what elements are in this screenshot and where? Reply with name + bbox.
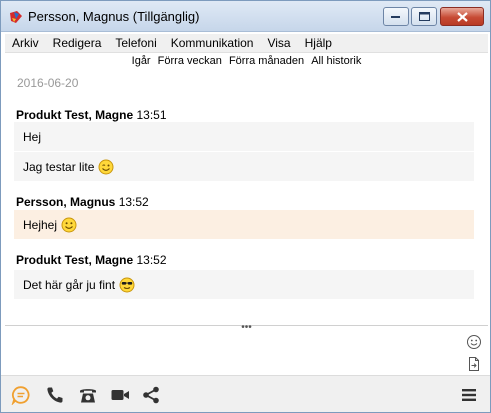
- message-header: Produkt Test, Magne 13:52: [16, 253, 167, 267]
- menu-visa[interactable]: Visa: [260, 36, 297, 50]
- file-icon[interactable]: [466, 356, 482, 372]
- history-filter-bar: Igår Förra veckan Förra månaden All hist…: [5, 55, 488, 71]
- menu-hjalp[interactable]: Hjälp: [298, 36, 339, 50]
- smiley-icon: [61, 217, 77, 233]
- menu-kommunikation[interactable]: Kommunikation: [164, 36, 261, 50]
- smiley-icon[interactable]: [466, 334, 482, 350]
- minimize-icon: [391, 15, 400, 18]
- minimize-button[interactable]: [383, 7, 409, 26]
- maximize-button[interactable]: [411, 7, 437, 26]
- sender-name: Produkt Test, Magne: [16, 108, 134, 122]
- app-icon: [8, 9, 24, 25]
- menu-telefoni[interactable]: Telefoni: [108, 36, 163, 50]
- sender-name: Persson, Magnus: [16, 195, 116, 209]
- message-time: 13:52: [136, 253, 167, 267]
- message-text: Hej: [23, 129, 42, 144]
- message-bubble: Jag testar lite: [14, 152, 474, 181]
- history-filter-last-week[interactable]: Förra veckan: [158, 55, 222, 67]
- message-bubble-own: Hejhej: [14, 210, 474, 239]
- history-filter-last-month[interactable]: Förra månaden: [229, 55, 304, 67]
- video-icon[interactable]: [110, 385, 130, 405]
- chat-window: Persson, Magnus (Tillgänglig) Arkiv Redi…: [0, 0, 491, 413]
- share-icon[interactable]: [141, 385, 161, 405]
- menu-bar: Arkiv Redigera Telefoni Kommunikation Vi…: [5, 34, 488, 53]
- desk-phone-icon[interactable]: [78, 385, 98, 405]
- phone-icon[interactable]: [45, 385, 65, 405]
- message-text: Jag testar lite: [23, 159, 95, 174]
- bottom-toolbar: [1, 375, 490, 412]
- message-input[interactable]: [5, 331, 488, 375]
- conversation-date: 2016-06-20: [17, 76, 79, 90]
- close-button[interactable]: [440, 7, 484, 26]
- history-filter-yesterday[interactable]: Igår: [132, 55, 151, 67]
- close-icon: [456, 11, 468, 22]
- chat-icon[interactable]: [11, 385, 31, 406]
- message-time: 13:52: [118, 195, 149, 209]
- sender-name: Produkt Test, Magne: [16, 253, 134, 267]
- maximize-icon: [418, 12, 430, 21]
- message-bubble: Hej: [14, 122, 474, 151]
- message-time: 13:51: [136, 108, 167, 122]
- message-header: Produkt Test, Magne 13:51: [16, 108, 167, 122]
- window-title: Persson, Magnus (Tillgänglig): [28, 9, 200, 24]
- wink-smiley-icon: [98, 159, 114, 175]
- menu-arkiv[interactable]: Arkiv: [5, 36, 46, 50]
- menu-redigera[interactable]: Redigera: [46, 36, 109, 50]
- title-bar[interactable]: Persson, Magnus (Tillgänglig): [1, 1, 490, 32]
- sunglasses-smiley-icon: [119, 277, 135, 293]
- message-text: Det här går ju fint: [23, 277, 116, 292]
- message-text: Hejhej: [23, 217, 58, 232]
- conversation-area[interactable]: 2016-06-20 Produkt Test, Magne 13:51 Hej…: [5, 71, 488, 325]
- history-filter-all[interactable]: All historik: [311, 55, 361, 67]
- message-bubble: Det här går ju fint: [14, 270, 474, 299]
- hamburger-icon[interactable]: [459, 385, 479, 405]
- message-header: Persson, Magnus 13:52: [16, 195, 149, 209]
